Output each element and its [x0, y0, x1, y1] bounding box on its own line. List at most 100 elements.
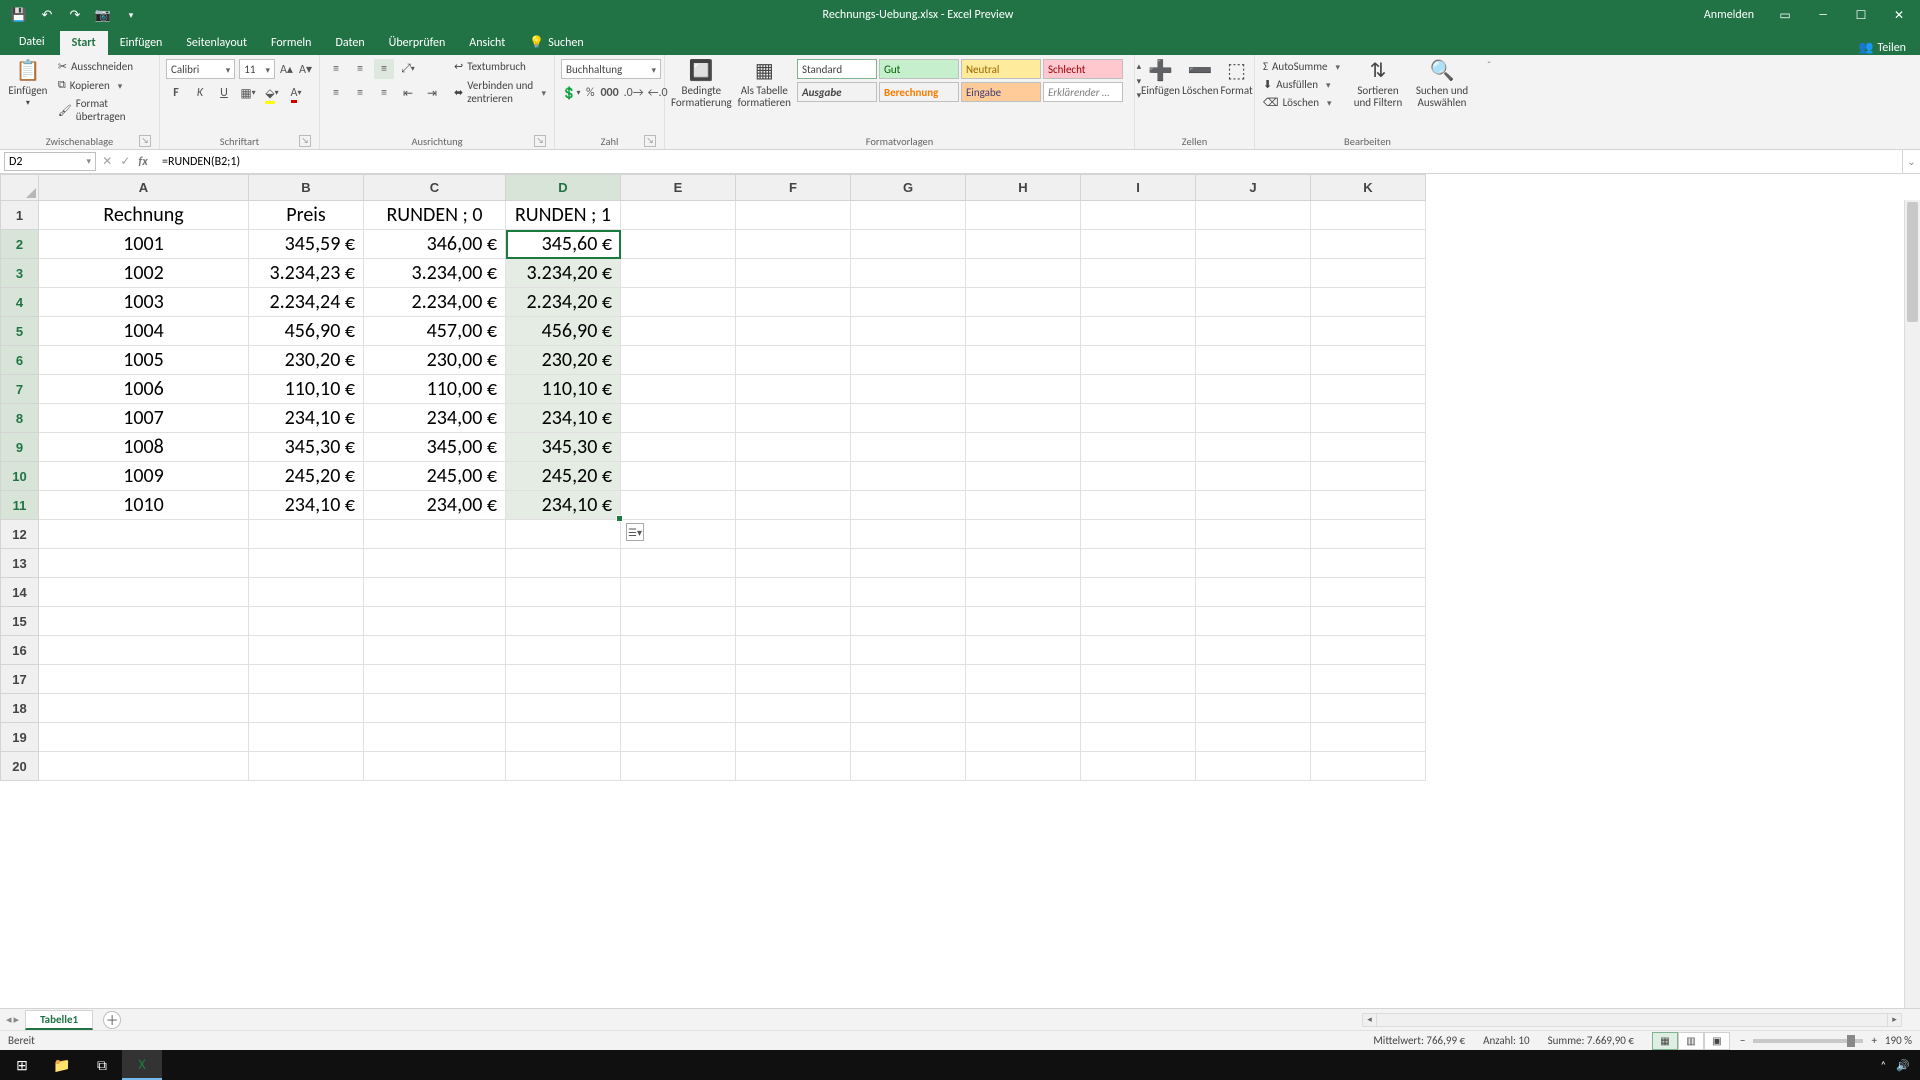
cell[interactable]: [621, 433, 736, 462]
cell[interactable]: [506, 694, 621, 723]
cell[interactable]: [621, 317, 736, 346]
cell[interactable]: [1311, 694, 1426, 723]
cell[interactable]: 110,00 €: [364, 375, 506, 404]
borders-button[interactable]: ▦▾: [238, 83, 258, 103]
align-bottom-icon[interactable]: ≡: [374, 59, 394, 79]
task-view-icon[interactable]: ⧉: [82, 1050, 122, 1080]
bold-button[interactable]: F: [166, 83, 186, 103]
zoom-slider[interactable]: [1753, 1039, 1863, 1043]
cell[interactable]: [1311, 752, 1426, 781]
cell[interactable]: [1081, 578, 1196, 607]
increase-font-icon[interactable]: A▴: [279, 59, 294, 79]
cell[interactable]: [851, 462, 966, 491]
sign-in-link[interactable]: Anmelden: [1694, 8, 1764, 22]
cell[interactable]: [966, 317, 1081, 346]
cell[interactable]: 345,60 €: [506, 230, 621, 259]
cell[interactable]: [1311, 404, 1426, 433]
cell[interactable]: [1196, 462, 1311, 491]
cell[interactable]: [851, 694, 966, 723]
sheet-nav-last-icon[interactable]: ▸: [14, 1013, 20, 1026]
cell[interactable]: [364, 694, 506, 723]
cell[interactable]: [1081, 549, 1196, 578]
sort-filter-button[interactable]: ⇅Sortieren und Filtern: [1350, 59, 1406, 109]
cell[interactable]: [736, 201, 851, 230]
cell[interactable]: Rechnung: [39, 201, 249, 230]
cell[interactable]: [364, 607, 506, 636]
cell[interactable]: [249, 636, 364, 665]
cell[interactable]: [1311, 578, 1426, 607]
collapse-ribbon-icon[interactable]: ˆ: [1480, 55, 1498, 149]
cell[interactable]: [736, 723, 851, 752]
cell[interactable]: 2.234,24 €: [249, 288, 364, 317]
ribbon-display-options-icon[interactable]: ▭: [1768, 0, 1802, 30]
cell[interactable]: [1196, 636, 1311, 665]
cell[interactable]: [39, 694, 249, 723]
row-header[interactable]: 9: [1, 433, 39, 462]
cell[interactable]: [851, 433, 966, 462]
row-header[interactable]: 2: [1, 230, 39, 259]
cell[interactable]: [1081, 520, 1196, 549]
increase-decimal-icon[interactable]: .0→: [624, 83, 644, 103]
cell[interactable]: 230,00 €: [364, 346, 506, 375]
cell[interactable]: [1196, 433, 1311, 462]
cell[interactable]: [736, 375, 851, 404]
tell-me[interactable]: 💡 Suchen: [517, 30, 595, 55]
cell[interactable]: [249, 752, 364, 781]
cell[interactable]: [736, 694, 851, 723]
cell[interactable]: [736, 549, 851, 578]
cell[interactable]: [1311, 230, 1426, 259]
tray-chevron-up-icon[interactable]: ˄: [1880, 1059, 1886, 1072]
cell[interactable]: [621, 375, 736, 404]
cell[interactable]: 234,10 €: [249, 491, 364, 520]
sheet-nav-first-icon[interactable]: ◂: [6, 1013, 12, 1026]
cell[interactable]: [736, 230, 851, 259]
cell[interactable]: [1196, 259, 1311, 288]
percent-format-icon[interactable]: %: [585, 83, 596, 103]
formula-input[interactable]: [156, 150, 1902, 173]
cell[interactable]: [1311, 462, 1426, 491]
cell[interactable]: 1004: [39, 317, 249, 346]
excel-taskbar-icon[interactable]: X: [122, 1050, 162, 1080]
cell[interactable]: [966, 230, 1081, 259]
cell[interactable]: 1006: [39, 375, 249, 404]
save-icon[interactable]: 💾: [8, 4, 30, 26]
row-header[interactable]: 19: [1, 723, 39, 752]
column-header[interactable]: J: [1196, 175, 1311, 201]
enter-formula-icon[interactable]: ✓: [120, 154, 130, 169]
cell[interactable]: [966, 607, 1081, 636]
cell[interactable]: [851, 520, 966, 549]
window-close-icon[interactable]: ✕: [1882, 0, 1916, 30]
cell[interactable]: [736, 462, 851, 491]
clipboard-launcher[interactable]: ↘: [139, 135, 151, 147]
cell[interactable]: [851, 549, 966, 578]
qat-customize-icon[interactable]: ▾: [120, 4, 142, 26]
cell[interactable]: [1081, 404, 1196, 433]
cell[interactable]: [1196, 317, 1311, 346]
cell[interactable]: [851, 317, 966, 346]
tab-data[interactable]: Daten: [323, 31, 376, 55]
cell[interactable]: [966, 375, 1081, 404]
zoom-value[interactable]: 190 %: [1885, 1034, 1912, 1047]
cell[interactable]: [506, 665, 621, 694]
cell[interactable]: [736, 636, 851, 665]
tab-file[interactable]: Datei: [4, 29, 60, 55]
cell[interactable]: [966, 752, 1081, 781]
cell[interactable]: [851, 230, 966, 259]
style-neutral[interactable]: Neutral: [961, 59, 1041, 79]
cell[interactable]: [966, 665, 1081, 694]
style-standard[interactable]: Standard: [797, 59, 877, 79]
cell[interactable]: [39, 723, 249, 752]
font-launcher[interactable]: ↘: [299, 135, 311, 147]
column-header[interactable]: I: [1081, 175, 1196, 201]
cell[interactable]: [249, 578, 364, 607]
cell[interactable]: [1081, 607, 1196, 636]
cell[interactable]: 245,20 €: [249, 462, 364, 491]
cell[interactable]: [1081, 636, 1196, 665]
cell[interactable]: [736, 520, 851, 549]
cell[interactable]: [736, 752, 851, 781]
cell[interactable]: [736, 433, 851, 462]
cell[interactable]: [1311, 723, 1426, 752]
cell[interactable]: 457,00 €: [364, 317, 506, 346]
cell[interactable]: [364, 752, 506, 781]
column-header[interactable]: B: [249, 175, 364, 201]
